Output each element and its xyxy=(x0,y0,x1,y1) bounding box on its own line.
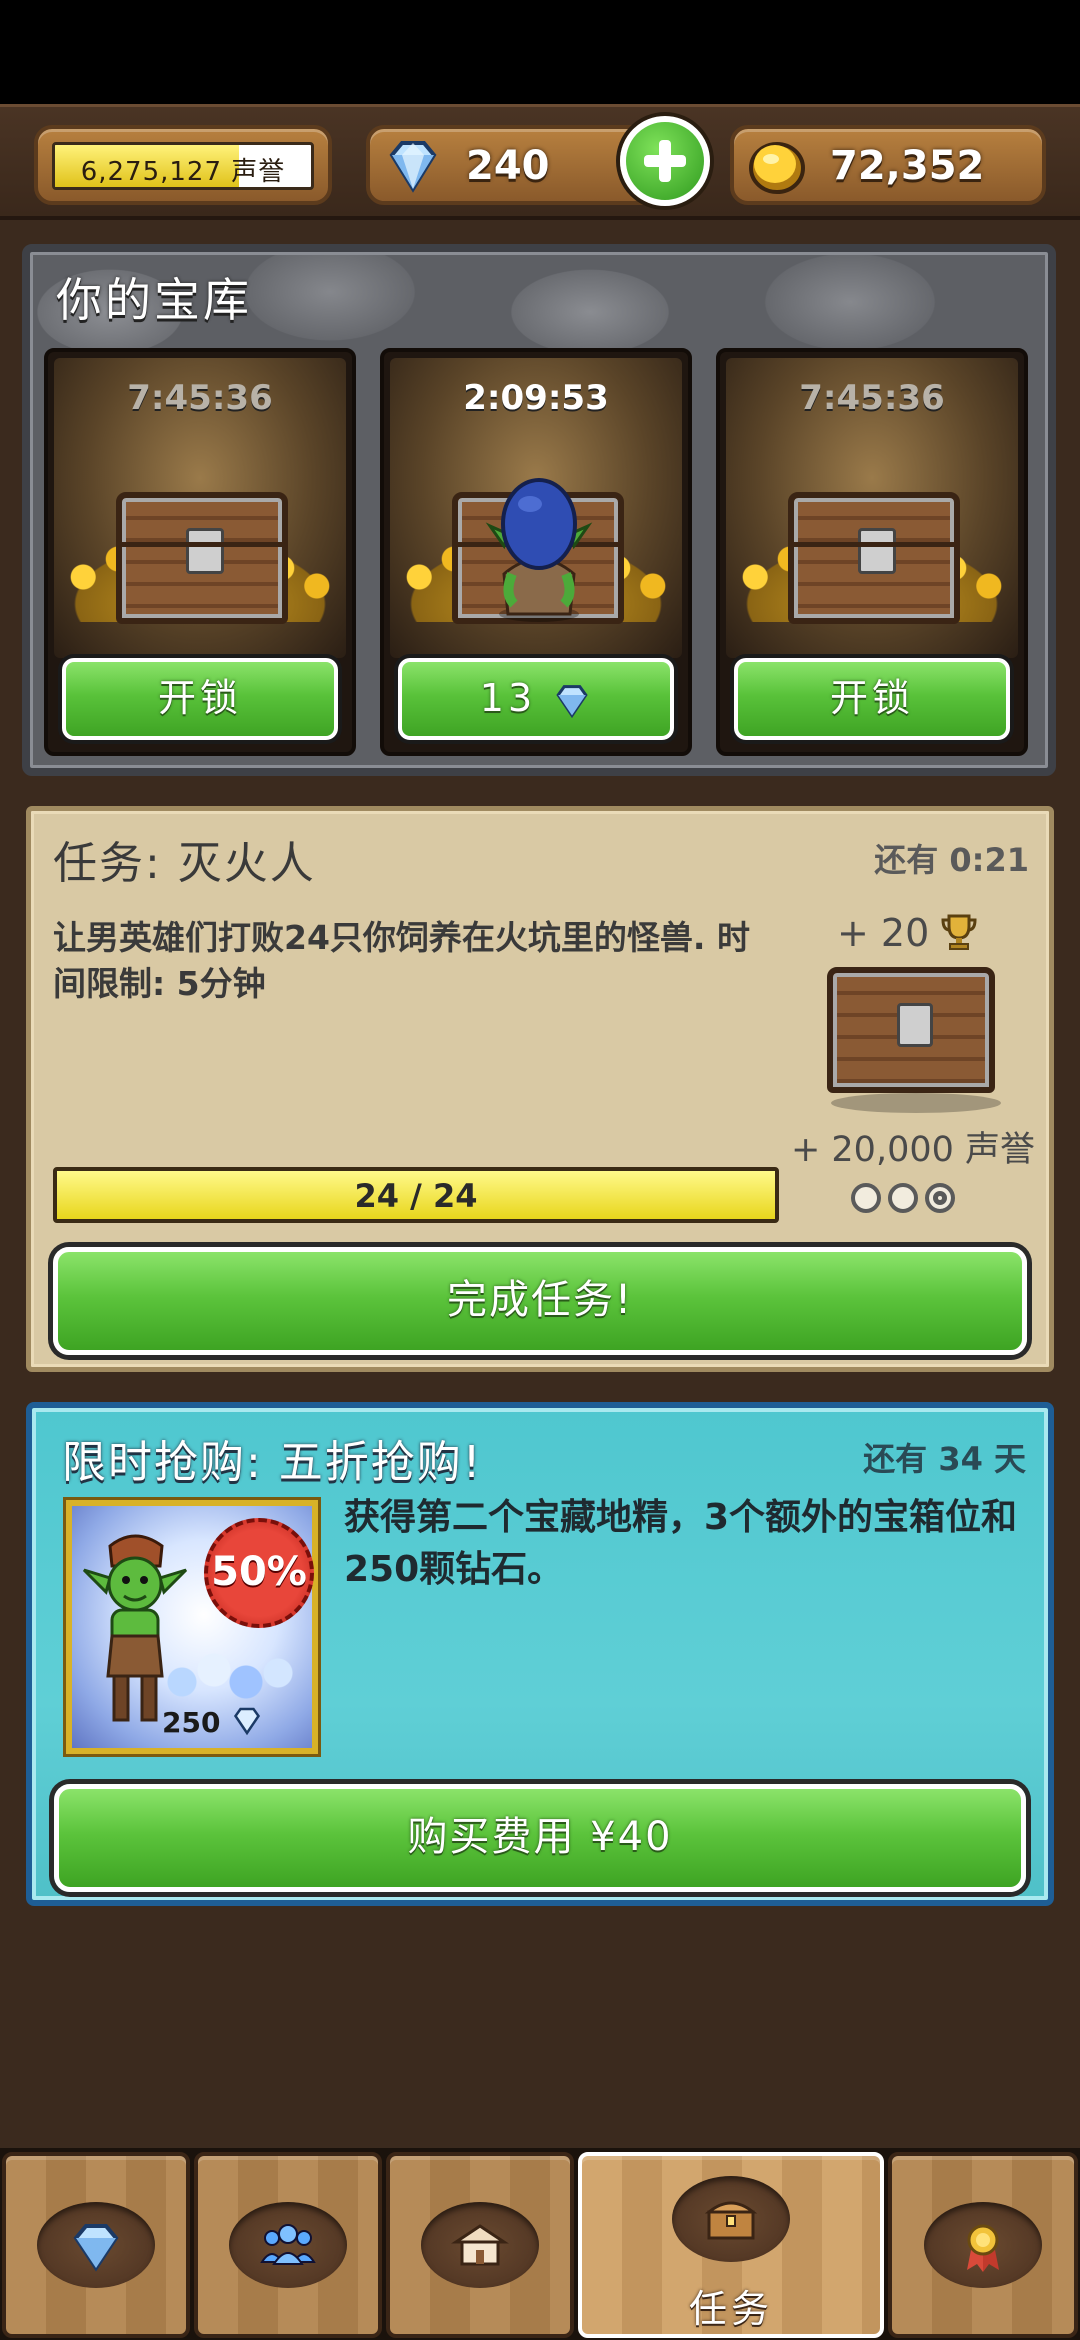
reputation-text: 6,275,127 声誉 xyxy=(55,151,311,187)
quest-panel: 任务: 灭火人 还有 0:21 让男英雄们打败24只你饲养在火坑里的怪兽. 时间… xyxy=(26,806,1054,1372)
chest-shadow xyxy=(831,1093,1001,1113)
unlock-button[interactable]: 开锁 xyxy=(734,658,1010,740)
treasure-chest-icon xyxy=(704,2201,758,2240)
chest-slot-1[interactable]: 7:45:36 开锁 xyxy=(44,348,356,756)
treasure-chest-icon xyxy=(788,492,960,624)
gem-count: 240 xyxy=(466,143,550,189)
complete-quest-button[interactable]: 完成任务! xyxy=(53,1247,1027,1355)
gem-cost: 13 xyxy=(479,676,537,720)
gold-coin-icon xyxy=(749,142,805,194)
vault-title: 你的宝库 xyxy=(56,273,252,327)
star-circle-1 xyxy=(851,1183,881,1213)
trophy-reward: + 20 xyxy=(837,911,977,955)
goblin-thief-icon xyxy=(485,478,593,622)
progress-text: 24 / 24 xyxy=(354,1177,478,1215)
nav-label-quests: 任务 xyxy=(688,2287,773,2331)
unlock-with-gems-button[interactable]: 13 xyxy=(398,658,674,740)
star-circle-3 xyxy=(925,1183,956,1213)
nav-tab-heroes[interactable] xyxy=(194,2152,382,2338)
limited-offer-panel: 限时抢购: 五折抢购! 还有 34 天 50% 250 获得第二个宝藏地精，3个… xyxy=(26,1402,1054,1906)
currency-bar: 6,275,127 声誉 240 72,352 xyxy=(0,104,1080,220)
buildings-icon xyxy=(451,2224,509,2266)
offer-image: 50% 250 xyxy=(66,1500,318,1754)
nav-tab-gems[interactable] xyxy=(2,2152,190,2338)
reputation-unit: 声誉 xyxy=(231,157,286,187)
quest-stars xyxy=(851,1183,957,1217)
quest-progress-bar: 24 / 24 xyxy=(53,1167,779,1223)
treasure-chest-icon xyxy=(827,967,995,1093)
status-bar xyxy=(0,0,1080,104)
trophy-icon xyxy=(941,914,977,950)
quest-time-left: 还有 0:21 xyxy=(874,841,1029,879)
gold-count: 72,352 xyxy=(830,143,985,189)
offer-description: 获得第二个宝藏地精，3个额外的宝箱位和250颗钻石。 xyxy=(344,1497,1018,1590)
quest-title: 任务: 灭火人 xyxy=(53,838,316,889)
nav-tab-achievements[interactable] xyxy=(888,2152,1078,2338)
diamond-icon xyxy=(234,1707,261,1736)
add-gems-button[interactable] xyxy=(620,116,710,206)
bottom-nav: 任务 xyxy=(0,2148,1080,2340)
chest-slot-3[interactable]: 7:45:36 开锁 xyxy=(716,348,1028,756)
slot-timer: 7:45:36 xyxy=(127,378,273,418)
offer-time-left: 还有 34 天 xyxy=(863,1440,1026,1478)
medal-icon xyxy=(967,2224,999,2272)
reputation-bar: 6,275,127 声誉 xyxy=(52,142,314,190)
buy-offer-button[interactable]: 购买费用 ¥40 xyxy=(54,1784,1026,1892)
diamond-icon xyxy=(556,684,588,718)
chest-slot-2[interactable]: 2:09:53 13 xyxy=(380,348,692,756)
unlock-button[interactable]: 开锁 xyxy=(62,658,338,740)
nav-tab-quests[interactable]: 任务 xyxy=(578,2152,884,2338)
trophy-reward-value: + 20 xyxy=(837,911,930,955)
slot-timer: 7:45:36 xyxy=(799,378,945,418)
offer-gem-count: 250 xyxy=(162,1706,264,1739)
discount-badge: 50% xyxy=(204,1518,314,1628)
quest-description: 让男英雄们打败24只你饲养在火坑里的怪兽. 时间限制: 5分钟 xyxy=(53,918,750,1003)
slot-timer: 2:09:53 xyxy=(463,378,609,418)
diamond-icon xyxy=(389,141,437,193)
offer-gem-count-value: 250 xyxy=(162,1706,221,1739)
nav-tab-buildings[interactable] xyxy=(386,2152,574,2338)
reputation-reward: + 20,000 声誉 xyxy=(790,1130,1035,1170)
people-icon xyxy=(260,2224,316,2265)
reputation-value: 6,275,127 xyxy=(80,157,223,187)
treasure-chest-icon xyxy=(116,492,288,624)
gold-counter: 72,352 xyxy=(730,125,1046,205)
star-circle-2 xyxy=(888,1183,919,1213)
offer-title: 限时抢购: 五折抢购! xyxy=(62,1437,483,1488)
gem-pile-icon xyxy=(150,1646,310,1706)
reputation-meter: 6,275,127 声誉 xyxy=(34,125,332,205)
vault-panel: 你的宝库 7:45:36 开锁 2:09:53 13 7:45:36 开锁 xyxy=(22,244,1056,776)
diamond-icon xyxy=(73,2224,119,2272)
